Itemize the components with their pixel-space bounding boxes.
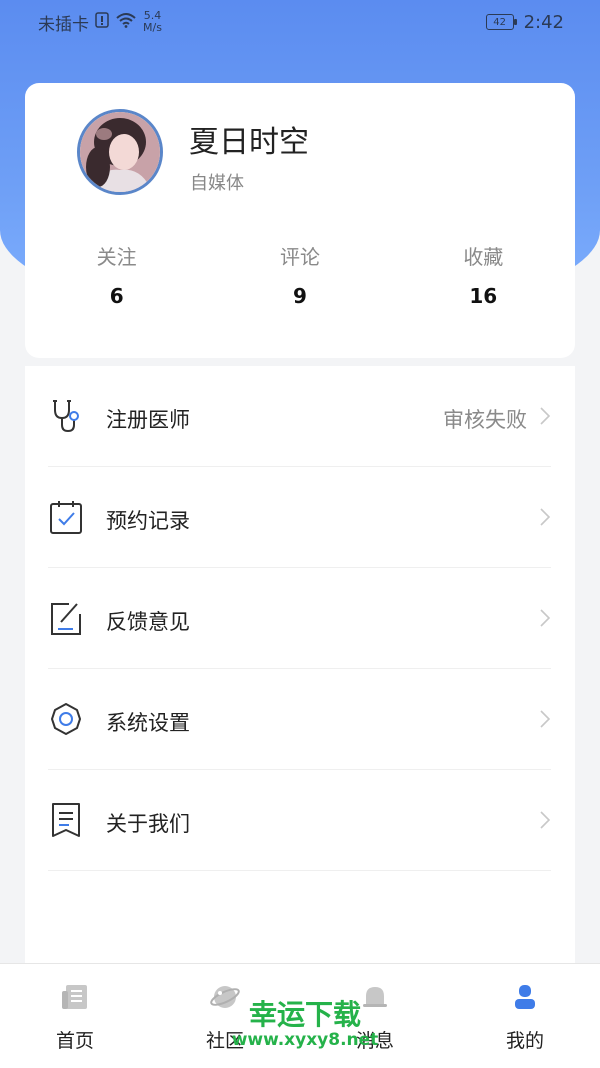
menu-label: 关于我们 (106, 812, 190, 836)
menu-status-value: 审核失败 (443, 408, 527, 432)
tab-label: 首页 (55, 1030, 94, 1052)
wifi-icon (115, 12, 137, 33)
carrier-text: 未插卡 (38, 14, 89, 35)
user-role: 自媒体 (190, 173, 244, 194)
news-icon (62, 985, 87, 1009)
user-icon (515, 985, 535, 1009)
stat-favorites[interactable]: 收藏 16 (392, 241, 575, 308)
stethoscope-icon (53, 400, 79, 433)
menu-label: 预约记录 (106, 509, 190, 533)
watermark-url: www.xyxy8.net (231, 1029, 379, 1050)
battery-level: 42 (493, 16, 506, 28)
document-icon (52, 803, 80, 837)
tab-label: 我的 (505, 1030, 544, 1052)
chevron-right-icon (540, 811, 551, 829)
watermark-text: 幸运下载 (248, 998, 361, 1031)
gear-icon (51, 703, 81, 735)
chevron-right-icon (540, 609, 551, 627)
profile-card: 夏日时空 自媒体 关注 6 评论 9 收藏 16 (25, 83, 575, 358)
stats-row: 关注 6 评论 9 收藏 16 (25, 241, 575, 308)
divider (48, 870, 551, 871)
menu-item-about[interactable]: 关于我们 (25, 770, 575, 871)
watermark: 幸运下载 www.xyxy8.net (225, 998, 385, 1050)
status-right: 42 2:42 (485, 11, 564, 33)
stat-label: 收藏 (463, 245, 504, 269)
menu-item-feedback[interactable]: 反馈意见 (25, 568, 575, 669)
menu-label: 注册医师 (106, 408, 190, 432)
chevron-right-icon (540, 710, 551, 728)
stat-label: 关注 (96, 245, 137, 269)
calendar-check-icon (50, 501, 82, 534)
menu-label: 系统设置 (106, 711, 190, 735)
chevron-right-icon (540, 407, 551, 425)
chevron-right-icon (540, 508, 551, 526)
network-speed: 5.4 M/s (143, 10, 162, 34)
tab-home[interactable]: 首页 (0, 964, 150, 1068)
tab-mine[interactable]: 我的 (450, 964, 600, 1068)
status-left: 未插卡 5.4 M/s (38, 10, 162, 35)
user-name: 夏日时空 (189, 125, 309, 160)
avatar[interactable] (77, 109, 163, 195)
stat-value: 6 (109, 284, 124, 308)
menu-item-register-doctor[interactable]: 注册医师 审核失败 (25, 366, 575, 467)
menu-list: 注册医师 审核失败 预约记录 反馈意见 系统设置 关于我们 (25, 366, 575, 976)
stat-label: 评论 (279, 245, 320, 269)
battery-icon: 42 (485, 14, 517, 30)
stat-comments[interactable]: 评论 9 (208, 241, 391, 308)
stat-value: 9 (293, 284, 307, 308)
menu-item-appointments[interactable]: 预约记录 (25, 467, 575, 568)
sim-alert-icon (95, 11, 109, 33)
stat-following[interactable]: 关注 6 (25, 241, 208, 308)
speed-unit: M/s (143, 21, 162, 34)
menu-label: 反馈意见 (106, 610, 190, 634)
edit-note-icon (51, 603, 81, 635)
status-bar: 未插卡 5.4 M/s 42 2:42 (0, 0, 600, 44)
menu-item-settings[interactable]: 系统设置 (25, 669, 575, 770)
clock: 2:42 (523, 11, 564, 33)
stat-value: 16 (469, 284, 498, 308)
